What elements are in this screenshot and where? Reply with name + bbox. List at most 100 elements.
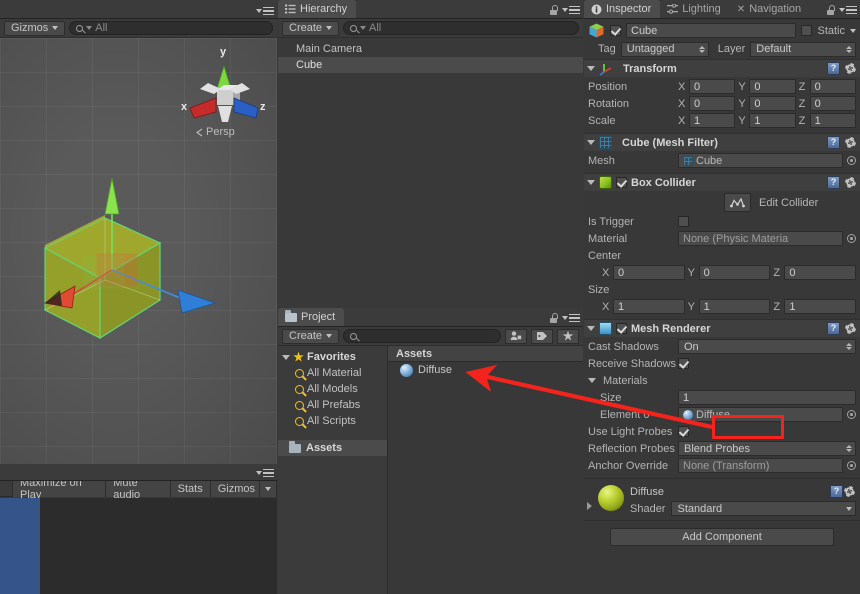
scene-menu-icon[interactable] — [256, 6, 274, 15]
project-create-button[interactable]: Create — [282, 328, 340, 344]
mesh-object-field[interactable]: Cube — [678, 153, 843, 168]
project-tree-item-assets[interactable]: Assets — [278, 440, 387, 456]
game-canvas[interactable] — [0, 498, 277, 594]
gear-icon[interactable] — [844, 176, 857, 189]
help-icon[interactable]: ? — [827, 136, 840, 149]
tab-project[interactable]: Project — [278, 308, 345, 326]
lock-icon[interactable] — [549, 5, 558, 15]
project-tree-item-favorites[interactable]: Favorites — [278, 349, 387, 365]
scene-search-input[interactable]: All — [69, 21, 273, 35]
position-y-input[interactable]: 0 — [749, 79, 796, 94]
tag-dropdown[interactable]: Untagged — [620, 41, 709, 57]
project-tree-item-all-models[interactable]: All Models — [278, 381, 387, 397]
chevron-down-icon[interactable] — [587, 66, 595, 71]
project-tree-item-all-prefabs[interactable]: All Prefabs — [278, 397, 387, 413]
mute-audio-button[interactable]: Mute audio — [106, 477, 171, 501]
game-gizmos-button[interactable]: Gizmos — [210, 480, 260, 497]
static-dropdown-icon[interactable] — [850, 28, 856, 33]
chevron-right-icon[interactable] — [587, 502, 592, 510]
lock-icon[interactable] — [826, 5, 835, 15]
inspector-tab-options[interactable] — [826, 5, 857, 15]
chevron-down-icon[interactable] — [588, 378, 596, 383]
center-x-input[interactable]: 0 — [613, 265, 685, 280]
anchor-override-object-field[interactable]: None (Transform) — [678, 458, 843, 473]
help-icon[interactable]: ? — [830, 485, 843, 498]
scale-x-input[interactable]: 1 — [689, 113, 736, 128]
save-search-button[interactable] — [557, 328, 579, 344]
physic-material-picker-icon[interactable] — [847, 234, 856, 243]
scale-z-input[interactable]: 1 — [809, 113, 856, 128]
mesh-picker-icon[interactable] — [847, 156, 856, 165]
center-z-input[interactable]: 0 — [784, 265, 857, 280]
scene-canvas[interactable]: y x z Persp — [0, 38, 277, 464]
tab-inspector[interactable]: Inspector — [584, 0, 661, 18]
size-z-input[interactable]: 1 — [784, 299, 857, 314]
project-tab-options[interactable] — [549, 313, 580, 323]
position-x-input[interactable]: 0 — [689, 79, 736, 94]
box-collider-enabled-checkbox[interactable] — [616, 177, 627, 188]
rotation-y-input[interactable]: 0 — [749, 96, 796, 111]
scale-y-input[interactable]: 1 — [749, 113, 796, 128]
rotation-z-input[interactable]: 0 — [809, 96, 856, 111]
hierarchy-tab-options[interactable] — [549, 5, 580, 15]
maximize-on-play-button[interactable]: Maximize on Play — [12, 477, 107, 501]
gear-icon[interactable] — [844, 136, 857, 149]
use-light-probes-checkbox[interactable] — [678, 426, 689, 437]
size-x-input[interactable]: 1 — [613, 299, 685, 314]
hierarchy-menu-icon[interactable] — [562, 5, 580, 15]
project-search-input[interactable] — [343, 329, 501, 343]
reflection-probes-dropdown[interactable]: Blend Probes — [678, 441, 856, 456]
materials-size-input[interactable]: 1 — [678, 390, 856, 405]
component-header-transform[interactable]: Transform ? — [584, 59, 860, 77]
game-gizmos-dropdown[interactable] — [260, 480, 277, 497]
position-z-input[interactable]: 0 — [809, 79, 856, 94]
gameobject-name-input[interactable]: Cube — [626, 23, 797, 38]
help-icon[interactable]: ? — [827, 62, 840, 75]
size-y-input[interactable]: 1 — [698, 299, 771, 314]
help-icon[interactable]: ? — [827, 322, 840, 335]
scene-orientation-gizmo[interactable]: y x z Persp — [178, 44, 272, 144]
chevron-down-icon[interactable] — [587, 140, 595, 145]
component-header-mesh-filter[interactable]: Cube (Mesh Filter) ? — [584, 133, 860, 151]
physic-material-object-field[interactable]: None (Physic Materia — [678, 231, 843, 246]
project-tree-item-all-scripts[interactable]: All Scripts — [278, 413, 387, 429]
project-tree-item-all-material[interactable]: All Material — [278, 365, 387, 381]
gear-icon[interactable] — [844, 62, 857, 75]
gameobject-enabled-checkbox[interactable] — [610, 25, 621, 36]
chevron-down-icon[interactable] — [282, 354, 290, 360]
edit-collider-button[interactable] — [724, 193, 751, 212]
center-y-input[interactable]: 0 — [698, 265, 771, 280]
filter-by-type-button[interactable] — [505, 328, 527, 344]
is-trigger-checkbox[interactable] — [678, 216, 689, 227]
anchor-override-picker-icon[interactable] — [847, 461, 856, 470]
rotation-x-input[interactable]: 0 — [689, 96, 736, 111]
receive-shadows-checkbox[interactable] — [678, 358, 689, 369]
help-icon[interactable]: ? — [827, 176, 840, 189]
add-component-button[interactable]: Add Component — [610, 528, 834, 546]
inspector-menu-icon[interactable] — [839, 5, 857, 15]
static-checkbox[interactable] — [801, 25, 813, 36]
cast-shadows-dropdown[interactable]: On — [678, 339, 856, 354]
hierarchy-create-button[interactable]: Create — [282, 20, 340, 36]
project-asset-diffuse[interactable]: Diffuse — [388, 362, 583, 378]
lock-icon[interactable] — [549, 313, 558, 323]
element0-object-field[interactable]: Diffuse — [678, 407, 843, 422]
gear-icon[interactable] — [843, 485, 856, 498]
gear-icon[interactable] — [844, 322, 857, 335]
component-header-box-collider[interactable]: Box Collider ? — [584, 173, 860, 191]
scene-projection-mode[interactable]: Persp — [194, 126, 235, 138]
chevron-down-icon[interactable] — [587, 180, 595, 185]
scene-tab-options[interactable] — [256, 6, 274, 15]
component-header-mesh-renderer[interactable]: Mesh Renderer ? — [584, 319, 860, 337]
tab-navigation[interactable]: ✕ Navigation — [730, 0, 810, 18]
tab-lighting[interactable]: Lighting — [660, 0, 730, 18]
close-icon[interactable]: ✕ — [737, 4, 745, 15]
tab-hierarchy[interactable]: Hierarchy — [278, 0, 357, 18]
stats-button[interactable]: Stats — [170, 480, 211, 497]
mesh-renderer-enabled-checkbox[interactable] — [616, 323, 627, 334]
scene-gizmos-button[interactable]: Gizmos — [4, 20, 66, 36]
project-menu-icon[interactable] — [562, 313, 580, 323]
layer-dropdown[interactable]: Default — [750, 41, 856, 57]
filter-by-label-button[interactable] — [531, 328, 553, 344]
shader-dropdown[interactable]: Standard — [671, 501, 856, 516]
